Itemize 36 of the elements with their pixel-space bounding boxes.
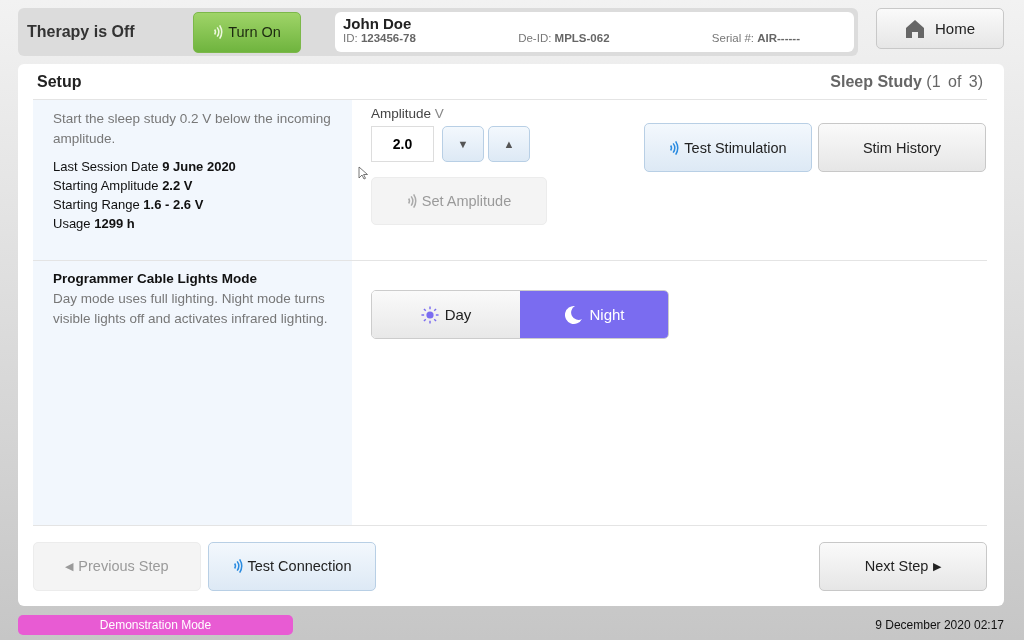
lights-mode-title: Programmer Cable Lights Mode bbox=[53, 271, 259, 286]
patient-field: ID: 123456-78 bbox=[343, 32, 416, 44]
next-step-button[interactable]: Next Step ▶ bbox=[819, 541, 987, 591]
lights-mode-description: Day mode uses full lighting. Night mode turns visible lights off and activates infrared lighting. bbox=[53, 290, 329, 328]
stim-history-button[interactable]: Stim History bbox=[818, 123, 986, 172]
test-stimulation-button[interactable]: Test Stimulation bbox=[644, 123, 812, 172]
wireless-signal-icon bbox=[669, 139, 680, 156]
home-button[interactable]: Home bbox=[876, 8, 1004, 49]
decrease-button[interactable]: ▼ bbox=[442, 126, 484, 162]
patient-field: De-ID: MPLS-062 bbox=[518, 32, 610, 44]
date-time: 9 December 2020 02:17 bbox=[875, 618, 1004, 632]
mouse-pointer-icon bbox=[358, 166, 368, 180]
session-info: Starting Range 1.6 - 2.6 V bbox=[53, 196, 205, 214]
house-icon bbox=[905, 18, 925, 39]
mode-toggle[interactable]: Day bbox=[372, 291, 520, 338]
patient-field: Serial #: AIR------ bbox=[711, 32, 800, 44]
increase-button[interactable]: ▲ bbox=[488, 126, 530, 162]
session-info: Starting Amplitude 2.2 V bbox=[53, 177, 194, 195]
session-info: Last Session Date 9 June 2020 bbox=[53, 158, 237, 176]
mode-toggle[interactable]: Night bbox=[520, 291, 668, 338]
amplitude-description: Start the sleep study 0.2 V below the incoming amplitude. bbox=[53, 110, 332, 148]
sun-icon bbox=[420, 305, 439, 324]
amplitude-label: Amplitude V bbox=[371, 106, 445, 121]
amplitude-field[interactable]: 2.0 bbox=[371, 126, 434, 162]
therapy-status: Therapy is Off bbox=[27, 23, 136, 41]
wireless-signal-icon bbox=[232, 558, 243, 574]
moon-icon bbox=[563, 304, 584, 325]
session-info: Usage 1299 h bbox=[53, 215, 136, 233]
step-title: Sleep Study (1 of 3) bbox=[830, 72, 983, 91]
setup-title: Setup bbox=[37, 72, 82, 91]
demonstration-mode-badge: Demonstration Mode bbox=[18, 615, 293, 635]
test-connection-button[interactable]: Test Connection bbox=[208, 541, 376, 591]
wireless-signal-icon bbox=[406, 193, 417, 209]
turn-on-button[interactable]: Turn On bbox=[193, 11, 301, 53]
wireless-signal-icon bbox=[213, 24, 224, 40]
patient-name: John Doe bbox=[343, 15, 413, 32]
